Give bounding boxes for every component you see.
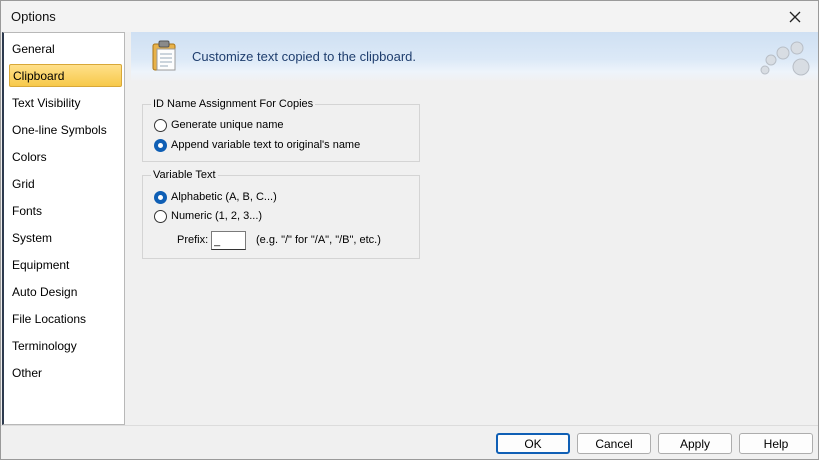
radio-button[interactable] xyxy=(154,190,167,204)
group-title: ID Name Assignment For Copies xyxy=(151,97,316,111)
sidebar-item-text-visibility[interactable]: Text Visibility xyxy=(9,92,122,115)
sidebar-item-colors[interactable]: Colors xyxy=(9,146,122,169)
variable-text-group: Variable Text Alphabetic (A, B, C...) Nu… xyxy=(142,168,420,259)
prefix-input[interactable] xyxy=(211,231,246,250)
page-banner: Customize text copied to the clipboard. xyxy=(131,32,818,82)
apply-button[interactable]: Apply xyxy=(658,433,732,454)
radio-label: Alphabetic (A, B, C...) xyxy=(171,191,277,203)
radio-label: Numeric (1, 2, 3...) xyxy=(171,210,263,222)
clipboard-icon xyxy=(152,40,176,71)
id-name-assignment-group: ID Name Assignment For Copies Generate u… xyxy=(142,97,420,162)
radio-label: Append variable text to original's name xyxy=(171,139,361,151)
close-icon xyxy=(789,11,801,22)
sidebar-item-equipment[interactable]: Equipment xyxy=(9,254,122,277)
ok-button[interactable]: OK xyxy=(496,433,570,454)
sidebar-item-one-line-symbols[interactable]: One-line Symbols xyxy=(9,119,122,142)
bubbles-decoration-icon xyxy=(760,41,810,76)
radio-generate-unique-name[interactable]: Generate unique name xyxy=(154,117,284,133)
radio-alphabetic[interactable]: Alphabetic (A, B, C...) xyxy=(154,189,277,205)
sidebar-item-auto-design[interactable]: Auto Design xyxy=(9,281,122,304)
help-button[interactable]: Help xyxy=(739,433,813,454)
prefix-hint: (e.g. "/" for "/A", "/B", etc.) xyxy=(256,234,381,246)
sidebar-item-system[interactable]: System xyxy=(9,227,122,250)
radio-button[interactable] xyxy=(154,118,167,132)
button-bar: OK Cancel Apply Help xyxy=(1,425,818,459)
window-title: Options xyxy=(11,9,56,24)
sidebar-item-general[interactable]: General xyxy=(9,38,122,61)
group-title: Variable Text xyxy=(151,168,218,182)
sidebar-item-file-locations[interactable]: File Locations xyxy=(9,308,122,331)
sidebar-item-grid[interactable]: Grid xyxy=(9,173,122,196)
sidebar-item-clipboard[interactable]: Clipboard xyxy=(9,64,122,87)
sidebar-item-fonts[interactable]: Fonts xyxy=(9,200,122,223)
radio-button[interactable] xyxy=(154,138,167,152)
radio-numeric[interactable]: Numeric (1, 2, 3...) xyxy=(154,208,262,224)
sidebar-item-terminology[interactable]: Terminology xyxy=(9,335,122,358)
cancel-button[interactable]: Cancel xyxy=(577,433,651,454)
radio-button[interactable] xyxy=(154,209,167,223)
close-button[interactable] xyxy=(772,1,818,32)
prefix-label: Prefix: xyxy=(177,234,209,246)
banner-text: Customize text copied to the clipboard. xyxy=(192,49,417,64)
sidebar-item-other[interactable]: Other xyxy=(9,362,122,385)
options-panel: Customize text copied to the clipboard. … xyxy=(125,32,818,425)
title-bar: Options xyxy=(1,1,818,32)
radio-append-variable-text[interactable]: Append variable text to original's name xyxy=(154,137,360,153)
options-dialog: Options General Clipboard Text Visibilit… xyxy=(0,0,819,460)
category-list: General Clipboard Text Visibility One-li… xyxy=(2,32,125,425)
radio-label: Generate unique name xyxy=(171,119,284,131)
